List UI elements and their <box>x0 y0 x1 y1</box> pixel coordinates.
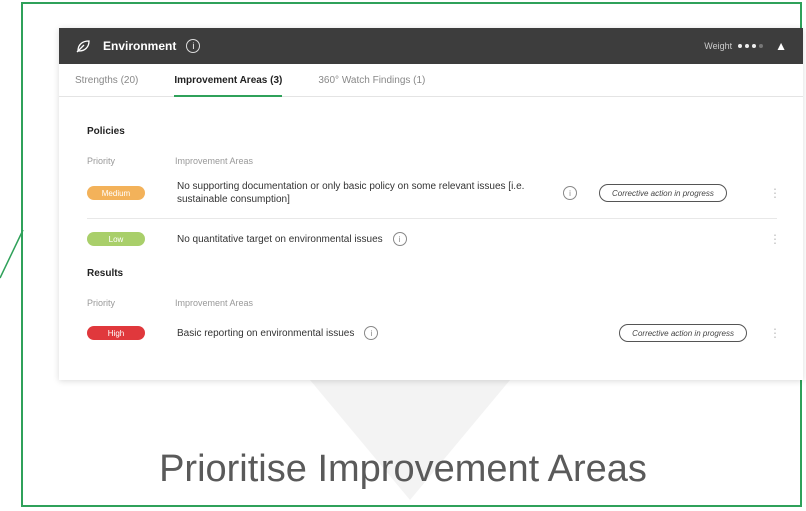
priority-badge-medium: Medium <box>87 186 145 200</box>
more-options-icon[interactable]: ⋮ <box>769 326 781 340</box>
tab-360-watch-findings[interactable]: 360° Watch Findings (1) <box>318 64 425 96</box>
section-title-policies: Policies <box>87 126 125 137</box>
tab-improvement-areas[interactable]: Improvement Areas (3) <box>174 64 283 97</box>
panel-header[interactable]: Environment i Weight ▲ <box>59 28 803 64</box>
panel-title: Environment <box>103 39 177 53</box>
leaf-icon <box>76 40 90 53</box>
corrective-action-button[interactable]: Corrective action in progress <box>599 184 727 202</box>
corrective-action-button[interactable]: Corrective action in progress <box>619 324 747 342</box>
more-options-icon[interactable]: ⋮ <box>769 186 781 200</box>
priority-column-label: Priority <box>87 156 116 166</box>
improvement-text: No supporting documentation or only basi… <box>177 181 525 205</box>
improvement-row: High Basic reporting on environmental is… <box>87 322 781 344</box>
improvement-text: Basic reporting on environmental issues <box>177 327 355 339</box>
areas-column-label: Improvement Areas <box>175 156 254 166</box>
areas-column-label: Improvement Areas <box>175 298 254 308</box>
info-icon[interactable]: i <box>392 232 407 246</box>
info-icon[interactable]: i <box>364 326 379 340</box>
tab-bar: Strengths (20) Improvement Areas (3) 360… <box>59 64 803 97</box>
tab-strengths[interactable]: Strengths (20) <box>75 64 138 96</box>
priority-badge-high: High <box>87 326 145 340</box>
info-icon[interactable]: i <box>186 39 201 53</box>
chevron-up-icon[interactable]: ▲ <box>775 39 787 53</box>
info-icon[interactable]: i <box>563 186 577 200</box>
connector-line <box>0 229 24 279</box>
priority-badge-low: Low <box>87 232 145 246</box>
improvement-text: No quantitative target on environmental … <box>177 233 383 245</box>
priority-column-label: Priority <box>87 298 116 308</box>
weight-label: Weight <box>704 41 733 51</box>
improvement-row: Medium No supporting documentation or on… <box>87 178 781 208</box>
improvement-row: Low No quantitative target on environmen… <box>87 228 781 250</box>
weight-indicator: Weight ▲ <box>704 39 787 53</box>
slide-caption: Prioritise Improvement Areas <box>159 448 647 490</box>
environment-panel: Environment i Weight ▲ Strengths (20) Im… <box>59 28 803 380</box>
row-divider <box>87 218 777 219</box>
weight-dots <box>738 44 764 48</box>
section-title-results: Results <box>87 268 124 279</box>
more-options-icon[interactable]: ⋮ <box>769 232 781 246</box>
